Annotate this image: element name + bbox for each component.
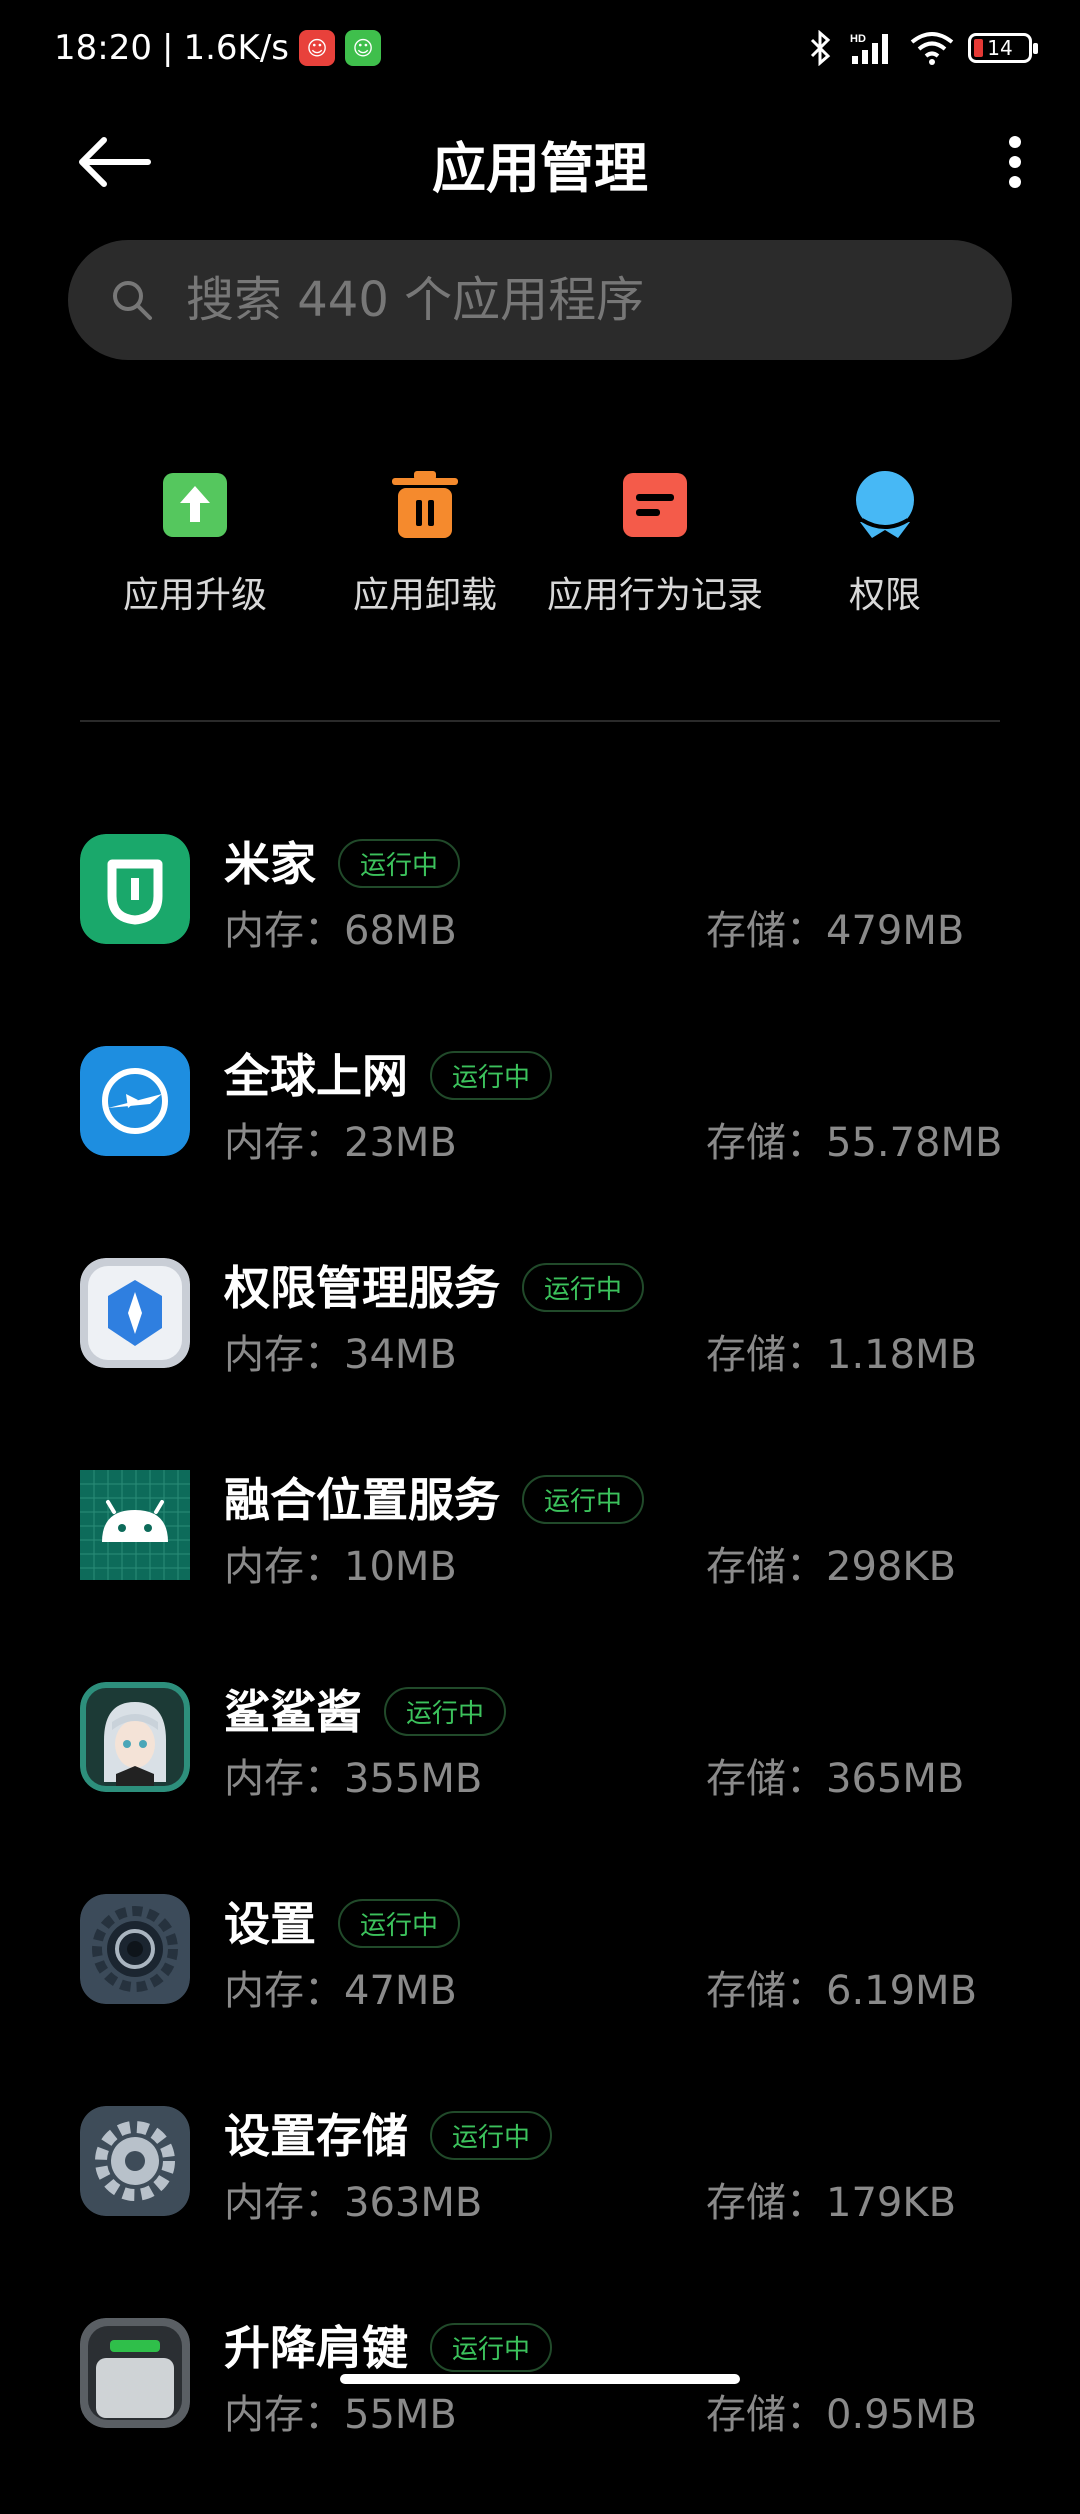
- status-badge: 运行中: [338, 1899, 461, 1948]
- app-storage: 存储：179KB: [706, 2180, 957, 2226]
- bluetooth-icon: [810, 30, 831, 66]
- app-behavior-record-button[interactable]: 应用行为记录: [525, 470, 785, 618]
- notification-app-red-icon: ☺: [299, 30, 335, 66]
- app-name: 米家 运行中: [224, 828, 461, 894]
- app-name: 权限管理服务 运行中: [224, 1252, 645, 1318]
- app-name: 设置 运行中: [224, 1888, 461, 1954]
- app-name: 全球上网 运行中: [224, 1040, 553, 1106]
- app-memory: 内存：363MB: [224, 2180, 483, 2226]
- status-badge: 运行中: [430, 1051, 553, 1100]
- app-row-fused-location[interactable]: 融合位置服务 运行中 内存：10MB 存储：298KB: [0, 1454, 1080, 1666]
- app-name-text: 设置: [224, 1897, 316, 1951]
- app-name-text: 升降肩键: [224, 2321, 408, 2375]
- app-row-shark[interactable]: 鲨鲨酱 运行中 内存：355MB 存储：365MB: [0, 1666, 1080, 1878]
- status-badge: 运行中: [430, 2111, 553, 2160]
- app-row-settings-storage[interactable]: 设置存储 运行中 内存：363MB 存储：179KB: [0, 2090, 1080, 2302]
- app-row-shoulder-keys[interactable]: 升降肩键 运行中 内存：55MB 存储：0.95MB: [0, 2302, 1080, 2514]
- app-memory: 内存：10MB: [224, 1544, 457, 1590]
- app-row-permission-service[interactable]: 权限管理服务 运行中 内存：34MB 存储：1.18MB: [0, 1242, 1080, 1454]
- trash-icon: [392, 471, 458, 538]
- status-badge: 运行中: [384, 1687, 507, 1736]
- app-name-text: 权限管理服务: [224, 1261, 500, 1315]
- permission-icon: [856, 471, 914, 538]
- app-upgrade-button[interactable]: 应用升级: [65, 470, 325, 618]
- app-memory: 内存：23MB: [224, 1120, 457, 1166]
- notification-app-green-icon: ☺: [345, 30, 381, 66]
- app-name-text: 融合位置服务: [224, 1473, 500, 1527]
- storage-gear-icon: [80, 2106, 190, 2216]
- app-memory: 内存：55MB: [224, 2392, 457, 2438]
- settings-gear-icon: [80, 1894, 190, 2004]
- svg-text:HD: HD: [850, 33, 866, 45]
- app-behavior-record-label: 应用行为记录: [546, 575, 763, 616]
- app-memory: 内存：34MB: [224, 1332, 457, 1378]
- home-indicator[interactable]: [340, 2374, 740, 2384]
- battery-level: 14: [987, 36, 1013, 60]
- app-upgrade-label: 应用升级: [122, 575, 267, 616]
- app-storage: 存储：365MB: [706, 1756, 965, 1802]
- mijia-app-icon: [80, 834, 190, 944]
- more-options-button[interactable]: [990, 130, 1040, 194]
- app-uninstall-label: 应用卸载: [352, 575, 497, 616]
- app-row-mijia[interactable]: 米家 运行中 内存：68MB 存储：479MB: [0, 818, 1080, 1030]
- status-right: HD 14: [808, 30, 1038, 66]
- search-input[interactable]: [184, 271, 948, 329]
- more-vertical-icon: [1009, 136, 1021, 188]
- permission-label: 权限: [848, 575, 921, 616]
- status-badge: 运行中: [430, 2323, 553, 2372]
- search-icon: [113, 281, 152, 320]
- quick-actions: 应用升级 应用卸载 应用行为记录 权限: [0, 470, 1080, 640]
- status-badge: 运行中: [338, 839, 461, 888]
- app-name: 升降肩键 运行中: [224, 2312, 553, 2378]
- app-name-text: 设置存储: [224, 2109, 408, 2163]
- anime-character-icon: [80, 1682, 190, 1792]
- status-left: 18:20 | 1.6K/s ☺ ☺: [54, 28, 381, 68]
- app-memory: 内存：68MB: [224, 908, 457, 954]
- clock: 18:20: [54, 28, 152, 68]
- app-memory: 内存：47MB: [224, 1968, 457, 2014]
- status-bar: 18:20 | 1.6K/s ☺ ☺ HD 14: [0, 0, 1080, 104]
- network-speed: 1.6K/s: [183, 28, 289, 68]
- app-name: 融合位置服务 运行中: [224, 1464, 645, 1530]
- shoulder-key-icon: [80, 2318, 190, 2428]
- battery-icon: 14: [968, 33, 1038, 63]
- app-storage: 存储：1.18MB: [706, 1332, 978, 1378]
- app-storage: 存储：479MB: [706, 908, 965, 954]
- section-divider: [80, 720, 1000, 722]
- android-robot-icon: [80, 1470, 190, 1580]
- app-storage: 存储：0.95MB: [706, 2392, 978, 2438]
- app-name-text: 米家: [224, 837, 316, 891]
- search-bar[interactable]: [68, 240, 1012, 360]
- hd-signal-icon: HD: [850, 33, 888, 64]
- app-row-settings[interactable]: 设置 运行中 内存：47MB 存储：6.19MB: [0, 1878, 1080, 2090]
- app-name: 鲨鲨酱 运行中: [224, 1676, 507, 1742]
- status-separator: |: [161, 28, 174, 68]
- global-internet-app-icon: [80, 1046, 190, 1156]
- wifi-icon: [910, 32, 954, 65]
- app-storage: 存储：55.78MB: [706, 1120, 1003, 1166]
- app-name-text: 鲨鲨酱: [224, 1685, 362, 1739]
- app-row-global-internet[interactable]: 全球上网 运行中 内存：23MB 存储：55.78MB: [0, 1030, 1080, 1242]
- upgrade-icon: [163, 473, 227, 537]
- app-storage: 存储：6.19MB: [706, 1968, 978, 2014]
- status-badge: 运行中: [522, 1475, 645, 1524]
- app-memory: 内存：355MB: [224, 1756, 483, 1802]
- page-title: 应用管理: [432, 137, 648, 200]
- app-uninstall-button[interactable]: 应用卸载: [295, 470, 555, 618]
- record-icon: [623, 473, 687, 537]
- app-storage: 存储：298KB: [706, 1544, 957, 1590]
- app-name-text: 全球上网: [224, 1049, 408, 1103]
- app-header: 应用管理: [0, 104, 1080, 220]
- permission-button[interactable]: 权限: [755, 470, 1015, 618]
- permission-service-app-icon: [80, 1258, 190, 1368]
- status-badge: 运行中: [522, 1263, 645, 1312]
- app-name: 设置存储 运行中: [224, 2100, 553, 2166]
